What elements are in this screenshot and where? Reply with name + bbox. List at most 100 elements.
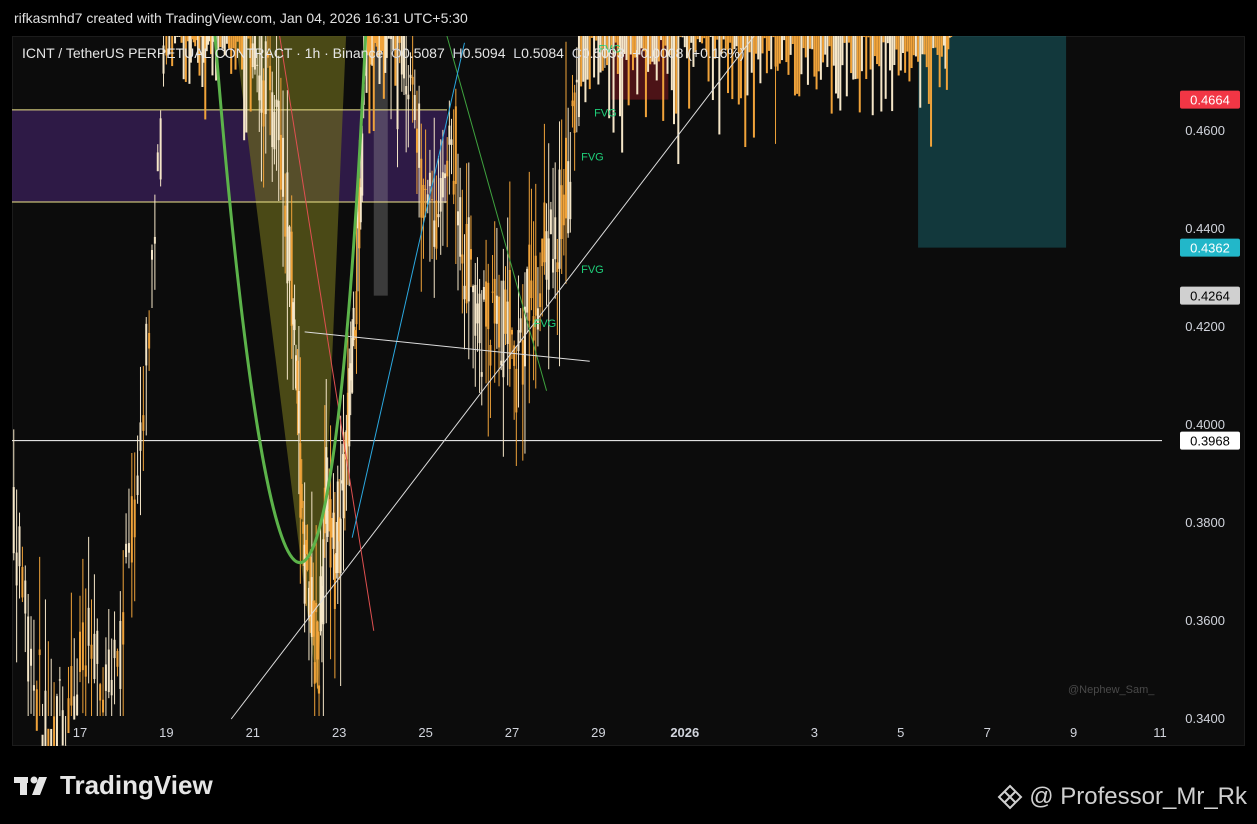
candle-body <box>750 36 753 73</box>
candle-body <box>41 734 44 746</box>
candle-body <box>521 340 524 385</box>
candle-body <box>332 512 335 549</box>
candle-body <box>813 36 816 77</box>
candle-body <box>422 184 425 218</box>
candle-body <box>826 36 829 68</box>
candle-body <box>867 36 870 38</box>
candle-body <box>102 699 105 713</box>
candle-body <box>156 152 159 172</box>
candle-body <box>27 616 30 682</box>
x-tick-label: 7 <box>984 725 991 740</box>
fvg-label: FVG <box>581 264 604 276</box>
candle-body <box>35 689 38 731</box>
candle-body <box>262 80 265 127</box>
y-tick-label: 0.3400 <box>1185 711 1225 726</box>
y-tick-label: 0.4200 <box>1185 319 1225 334</box>
candle-body <box>236 36 239 42</box>
candle-body <box>119 620 122 689</box>
candle-body <box>428 172 431 187</box>
candle-body <box>541 238 544 267</box>
price-badge-label: 0.4362 <box>1190 241 1230 256</box>
candle-body <box>696 36 699 40</box>
candle-body <box>698 36 701 43</box>
candle-body <box>554 217 557 260</box>
candle-body <box>461 254 464 264</box>
x-tick-label: 17 <box>73 725 87 740</box>
candle-body <box>556 262 559 273</box>
tradingview-mark-icon <box>14 776 47 795</box>
candle-body <box>407 94 410 100</box>
candle-body <box>73 696 76 720</box>
candle-body <box>480 372 483 377</box>
candle-body <box>342 454 345 519</box>
candle-body <box>793 36 796 96</box>
candle-body <box>329 499 332 568</box>
candle-body <box>901 36 904 53</box>
candle-body <box>275 99 278 107</box>
candle-body <box>787 36 790 75</box>
candle-body <box>79 631 81 672</box>
candle-body <box>300 484 303 509</box>
candle-body <box>322 539 325 625</box>
diamond-grid-icon <box>997 784 1023 810</box>
candle-body <box>873 36 876 57</box>
candle-body <box>127 543 130 553</box>
candle-body <box>318 685 321 694</box>
candle-body <box>151 250 153 260</box>
candle-body <box>81 622 84 671</box>
candle-body <box>919 36 922 108</box>
ohlc-close: 0.5093 <box>581 45 625 61</box>
candle-body <box>180 36 183 43</box>
candle-body <box>910 36 913 69</box>
candle-body <box>454 106 457 184</box>
candle-body <box>113 639 116 659</box>
candle-body <box>415 128 418 153</box>
candle-body <box>405 86 408 95</box>
candle-body <box>316 621 319 660</box>
candle-body <box>759 36 762 84</box>
candle-body <box>854 36 857 80</box>
chart-credit: rifkasmhd7 created with TradingView.com,… <box>14 10 468 26</box>
candle-body <box>763 36 766 39</box>
candle-body <box>843 36 846 43</box>
candle-body <box>770 36 773 70</box>
ohlc-close-label: C <box>571 45 582 61</box>
tradingview-brand: TradingView <box>60 770 213 800</box>
price-badge-label: 0.4264 <box>1190 289 1230 304</box>
candle-body <box>482 287 485 300</box>
candle-body <box>850 36 853 74</box>
candle-body <box>424 188 427 190</box>
candle-body <box>552 258 555 273</box>
candle-body <box>273 111 276 150</box>
candle-body <box>757 36 760 60</box>
candle-body <box>785 36 788 63</box>
candle-body <box>822 36 825 63</box>
y-tick-label: 0.4600 <box>1185 123 1225 138</box>
candle-body <box>869 36 872 70</box>
candle-body <box>225 36 228 44</box>
candle-body <box>690 36 693 43</box>
price-chart[interactable]: FVGFVGFVGFVGFVGFVGFVGFVG 171921232527292… <box>12 36 1245 746</box>
price-badge-label: 0.3968 <box>1190 434 1230 449</box>
candle-body <box>50 728 53 746</box>
candle-body <box>549 209 552 235</box>
symbol-name: ICNT / TetherUS PERPETUAL CONTRACT · 1h … <box>22 45 384 61</box>
candle-body <box>932 36 935 49</box>
candle-body <box>107 649 110 693</box>
candle-body <box>87 607 90 646</box>
candle-body <box>431 199 434 201</box>
x-tick-label: 2026 <box>670 725 699 740</box>
candle-body <box>437 214 440 218</box>
candle-body <box>912 36 915 56</box>
candle-body <box>284 205 287 237</box>
y-tick-label: 0.3600 <box>1185 613 1225 628</box>
candle-body <box>832 36 835 66</box>
candle-body <box>30 648 33 666</box>
x-tick-label: 23 <box>332 725 346 740</box>
candle-body <box>495 295 498 324</box>
candle-body <box>448 125 451 145</box>
candle-body <box>567 161 570 234</box>
x-tick-label: 3 <box>811 725 818 740</box>
candle-body <box>61 710 64 746</box>
candle-body <box>433 220 436 247</box>
